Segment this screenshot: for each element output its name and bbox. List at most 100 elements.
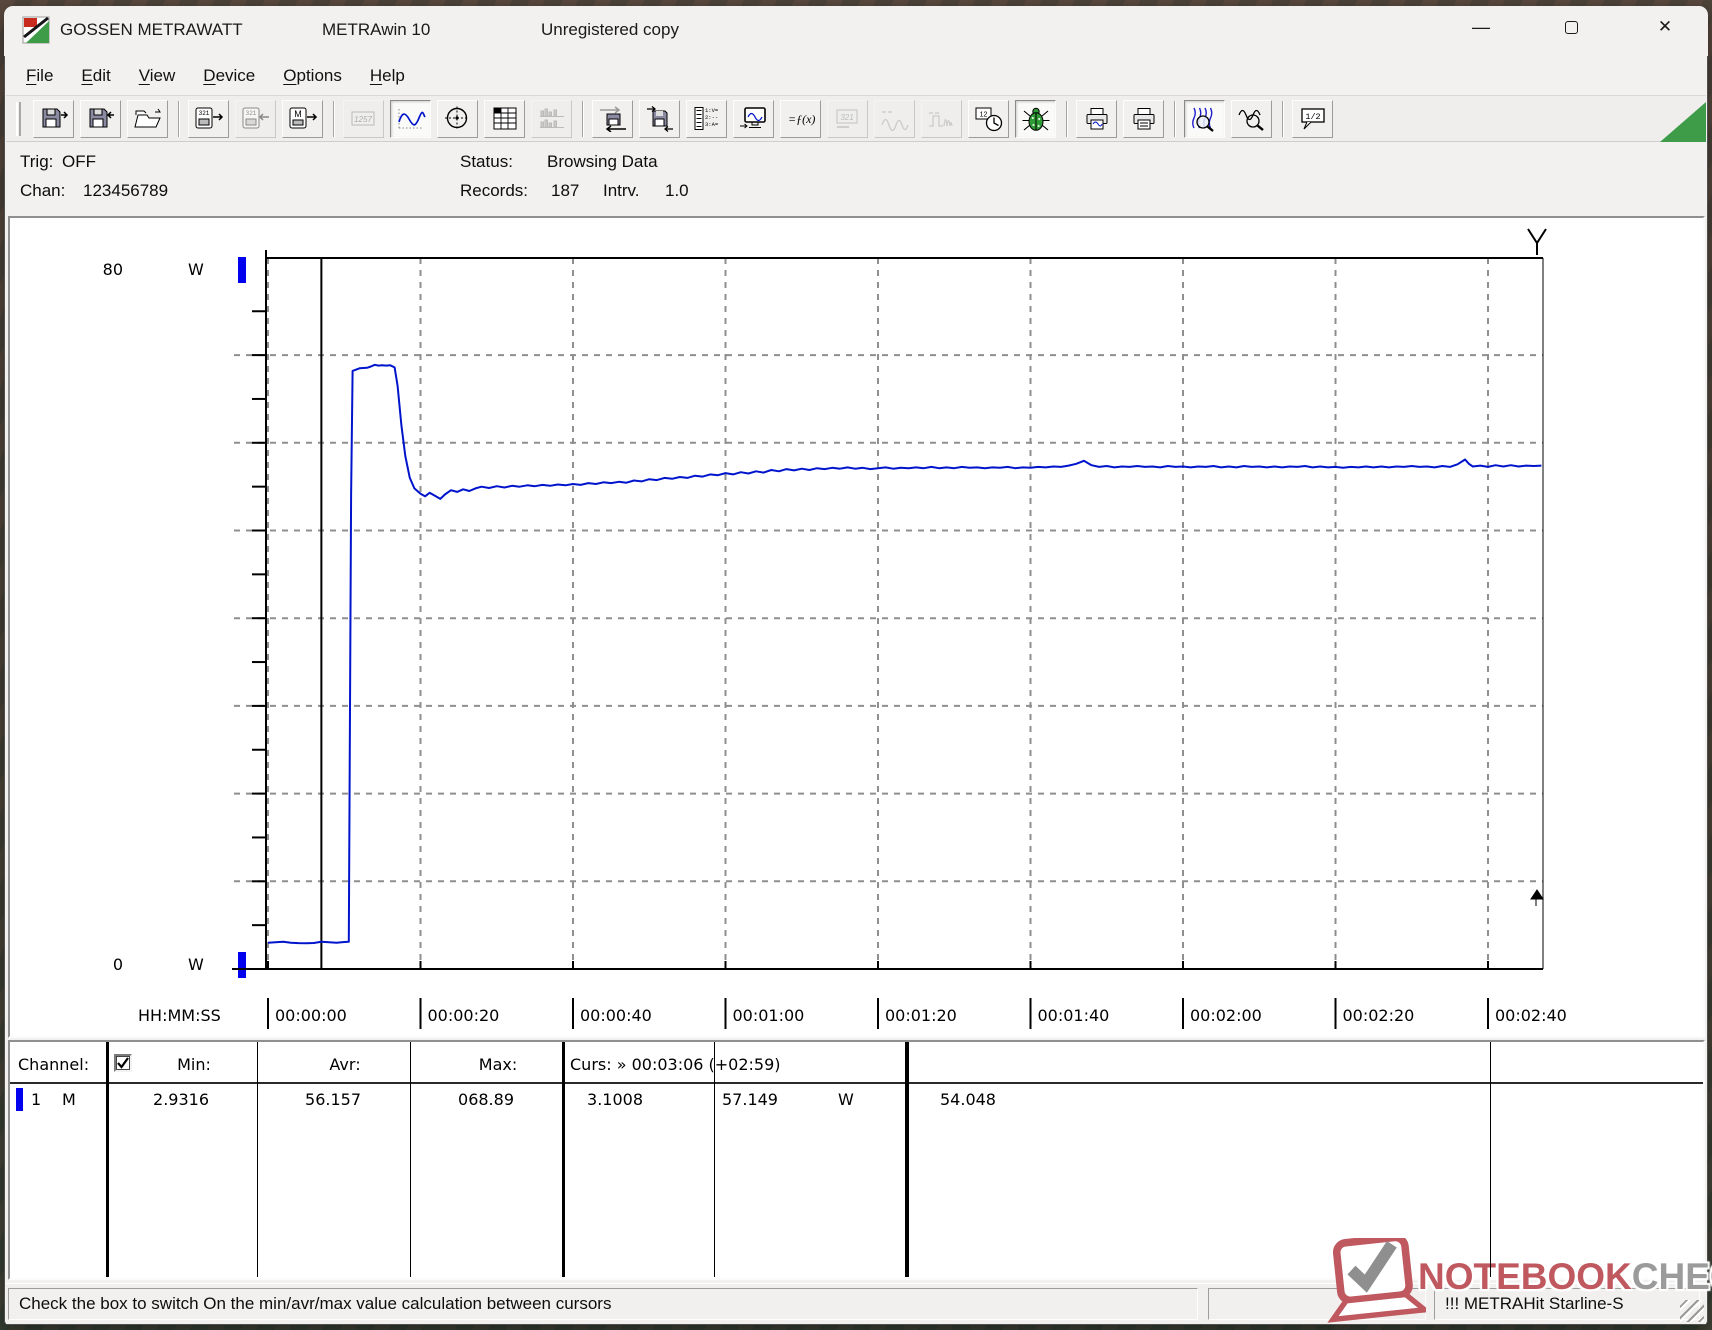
transfer-settings-button[interactable] <box>592 99 633 138</box>
menu-item-help[interactable]: Help <box>356 62 419 90</box>
status-panel-middle <box>1208 1288 1426 1320</box>
svg-text:2:--: 2:-- <box>705 114 718 121</box>
toolbar-grip[interactable] <box>16 101 21 136</box>
formula-icon: =ƒ(x) <box>788 112 815 126</box>
cursor-2-bottom-handle[interactable] <box>1530 889 1544 906</box>
interval-label: Intrv. <box>603 181 640 200</box>
formula-button[interactable]: =ƒ(x) <box>780 99 821 138</box>
table-column-divider[interactable] <box>714 1042 715 1277</box>
display-settings-button: 321 <box>827 99 868 138</box>
channel-settings-button[interactable]: 1:V= 2:-- 3:A= <box>686 99 727 138</box>
channel-number: 1 <box>31 1090 42 1109</box>
cursor-b-value: 57.149 <box>722 1090 778 1109</box>
svg-text:321: 321 <box>245 110 256 117</box>
meter-in-icon: 321 <box>242 107 269 128</box>
maximize-button[interactable] <box>1548 12 1594 42</box>
toolbar-separator <box>1282 100 1284 137</box>
menu-item-file[interactable]: File <box>12 62 67 90</box>
window-title-app: GOSSEN METRAWATT <box>60 20 243 39</box>
table-header-rule <box>10 1082 1703 1084</box>
debug-button[interactable] <box>1015 99 1056 138</box>
save-data-button[interactable] <box>33 99 74 138</box>
scope-icon <box>444 106 469 130</box>
x-tick-label: 00:00:40 <box>580 1006 652 1025</box>
folder-open-icon <box>133 108 161 127</box>
maximize-icon <box>1564 20 1578 34</box>
svg-text:1:V=: 1:V= <box>705 107 718 114</box>
window-title-product: METRAwin 10 <box>322 20 431 39</box>
svg-text:=ƒ(x): =ƒ(x) <box>788 112 815 126</box>
table-column-divider[interactable] <box>905 1042 909 1277</box>
lcd-1257-icon: 1257 <box>351 111 374 125</box>
table-column-divider[interactable] <box>1490 1042 1491 1277</box>
interval-value: 1.0 <box>665 181 689 200</box>
channel-row-marker <box>16 1088 23 1111</box>
store-settings-button[interactable] <box>639 99 680 138</box>
status-message: Check the box to switch On the min/avr/m… <box>8 1288 1198 1320</box>
zoom-trend-button[interactable] <box>1184 99 1225 138</box>
x-tick-label: 00:00:00 <box>275 1006 347 1025</box>
close-button[interactable]: ✕ <box>1642 12 1688 42</box>
cursor-calc-checkbox[interactable] <box>114 1054 132 1072</box>
col-header-max: Max: <box>478 1055 518 1074</box>
menu-item-view[interactable]: View <box>125 62 190 90</box>
toolbar-separator <box>582 100 584 137</box>
save-as-button[interactable] <box>80 99 121 138</box>
info-bar <box>6 142 1706 216</box>
open-file-button[interactable] <box>127 99 168 138</box>
table-column-divider[interactable] <box>106 1042 109 1277</box>
print-preview-icon <box>1086 107 1107 129</box>
transfer-icon <box>599 105 626 132</box>
write-device-button: 321 <box>235 99 276 138</box>
pulse-icon <box>928 111 953 127</box>
print-preview-button[interactable] <box>1076 99 1117 138</box>
zoom-curve-button[interactable] <box>1231 99 1272 138</box>
stat-avr-value: 56.157 <box>305 1090 361 1109</box>
table-column-divider[interactable] <box>410 1042 411 1277</box>
svg-text:1/2: 1/2 <box>1305 112 1320 122</box>
lcd-321-icon: 321 <box>836 109 857 128</box>
power-trace <box>267 363 1542 945</box>
pulse-output-button <box>921 99 962 138</box>
grid-table-icon <box>493 107 516 129</box>
table-column-divider[interactable] <box>257 1042 258 1277</box>
svg-text:3:A=: 3:A= <box>705 121 718 128</box>
floppy-in-icon <box>89 108 114 127</box>
svg-text:321: 321 <box>840 113 853 122</box>
checkmark-icon <box>117 1057 129 1069</box>
x-tick-label: 00:02:40 <box>1495 1006 1567 1025</box>
table-column-divider[interactable] <box>562 1042 565 1277</box>
print-button[interactable] <box>1123 99 1164 138</box>
cursor-a-value: 3.1008 <box>587 1090 643 1109</box>
trend-plot[interactable]: 00:00:00 00:00:20 00:00:40 00:01:00 00:01:20… <box>0 216 1704 1038</box>
x-tick-label: 00:02:20 <box>1343 1006 1415 1025</box>
time-settings-button[interactable]: 12 <box>968 99 1009 138</box>
floppy-sync-icon <box>646 105 673 132</box>
minimize-button[interactable]: — <box>1458 12 1504 42</box>
read-device-button[interactable]: 321 <box>188 99 229 138</box>
menu-item-device[interactable]: Device <box>189 62 269 90</box>
annotation-button[interactable]: 1/2 <box>1292 99 1333 138</box>
resize-grip[interactable] <box>1680 1300 1704 1322</box>
histogram-view-button <box>531 99 572 138</box>
bubble-12-icon: 1/2 <box>1300 107 1325 129</box>
stat-min-value: 2.9316 <box>153 1090 209 1109</box>
col-header-channel: Channel: <box>18 1055 90 1074</box>
scope-view-button[interactable] <box>437 99 478 138</box>
title-bar[interactable] <box>4 6 1708 56</box>
menu-item-edit[interactable]: Edit <box>67 62 124 90</box>
table-view-button[interactable] <box>484 99 525 138</box>
menu-item-options[interactable]: Options <box>269 62 356 90</box>
cursor-2-top-handle[interactable] <box>1527 228 1547 255</box>
menu-bar: File Edit View Device Options Help <box>6 58 1706 94</box>
zoom-wave-icon <box>1191 107 1214 132</box>
toolbar: 321 321 M 1257 1:V= 2:-- 3:A= =ƒ(x) 321 12 1/2 <box>6 95 1706 142</box>
monitor-button[interactable] <box>733 99 774 138</box>
memory-out-icon: M <box>289 107 317 128</box>
status-value: Browsing Data <box>547 152 658 171</box>
toolbar-separator <box>1174 100 1176 137</box>
channel-mode: M <box>62 1090 76 1109</box>
read-memory-button[interactable]: M <box>282 99 323 138</box>
cursor-delta-value: 54.048 <box>940 1090 996 1109</box>
trend-view-button[interactable] <box>390 99 431 138</box>
